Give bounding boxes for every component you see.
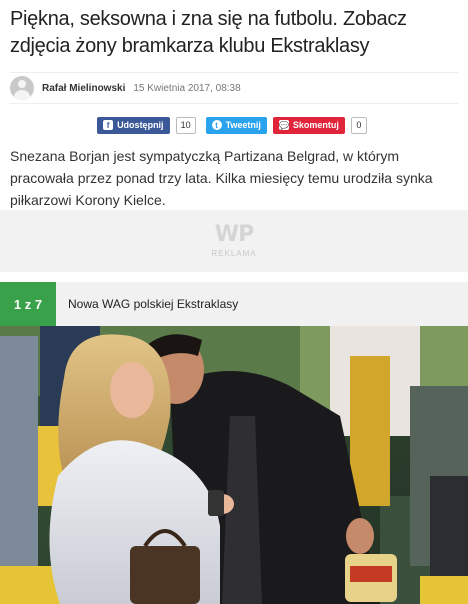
twitter-share-button[interactable]: t Tweetnij: [205, 116, 267, 134]
ad-placeholder[interactable]: WP REKLAMA: [0, 210, 468, 272]
article-headline: Piękna, seksowna i zna się na futbolu. Z…: [10, 8, 407, 57]
facebook-share-button[interactable]: f Udostępnij: [97, 116, 170, 134]
comment-button-label: Skomentuj: [292, 120, 339, 130]
gallery-photo-illustration: [0, 326, 468, 604]
facebook-icon: f: [103, 120, 114, 130]
twitter-share-label: Tweetnij: [225, 120, 261, 130]
publish-date: 15 Kwietnia 2017, 08:38: [133, 82, 241, 94]
gallery-title: Nowa WAG polskiej Ekstraklasy: [68, 297, 239, 311]
ad-label: REKLAMA: [211, 249, 257, 258]
article-lead: Snezana Borjan jest sympatyczką Partizan…: [10, 148, 433, 208]
gallery-header: 1 z 7 Nowa WAG polskiej Ekstraklasy: [0, 282, 468, 326]
author-name[interactable]: Rafał Mielinowski: [42, 83, 125, 94]
gallery-counter: 1 z 7: [0, 282, 56, 326]
article-meta: Rafał Mielinowski 15 Kwietnia 2017, 08:3…: [10, 72, 458, 104]
facebook-share-label: Udostępnij: [117, 120, 164, 130]
comment-count: 0: [350, 116, 367, 134]
wp-logo-icon: WP: [214, 222, 254, 247]
share-bar: f Udostępnij 10 t Tweetnij 💬 Skomentuj 0: [0, 116, 468, 134]
author-avatar: [10, 76, 34, 100]
comment-icon: 💬: [278, 120, 289, 130]
gallery-photo[interactable]: [0, 326, 468, 604]
comment-button[interactable]: 💬 Skomentuj: [272, 116, 345, 134]
twitter-icon: t: [211, 120, 222, 130]
facebook-share-count: 10: [175, 116, 196, 134]
